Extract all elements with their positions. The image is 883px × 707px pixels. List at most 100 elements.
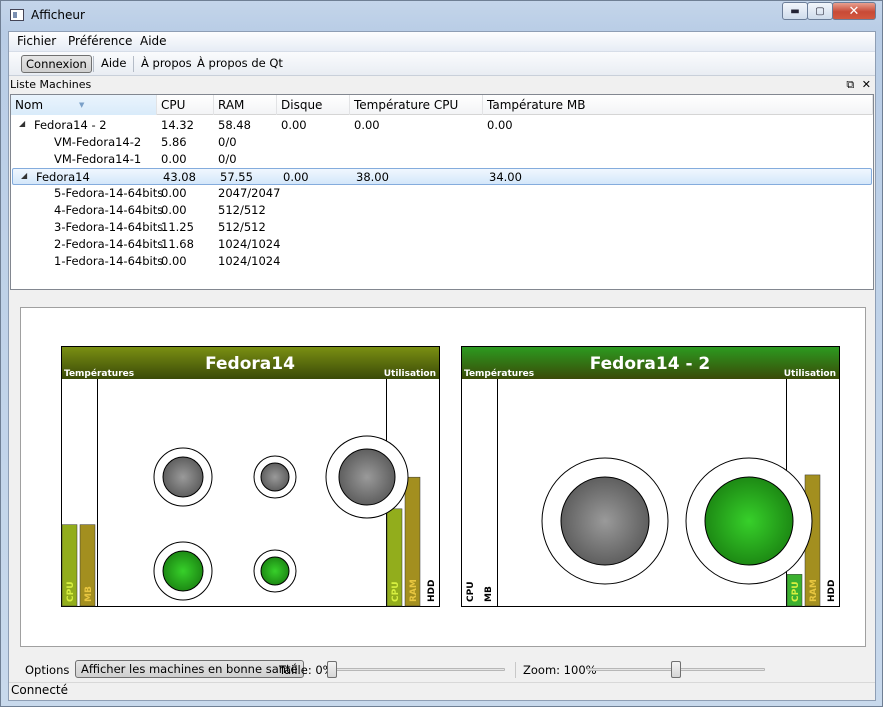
menu-fichier[interactable]: Fichier <box>17 34 56 48</box>
maximize-button[interactable]: ▢ <box>807 2 833 20</box>
cell-name: Fedora14 - 2 <box>34 118 107 132</box>
close-dock-icon[interactable]: ✕ <box>862 78 871 91</box>
vm-node[interactable] <box>541 457 669 585</box>
show-healthy-button[interactable]: Afficher les machines en bonne santé <box>75 660 304 678</box>
apropos-qt-button[interactable]: À propos de Qt <box>193 55 287 73</box>
utilisation-bar-label: HDD <box>427 580 437 602</box>
minimize-button[interactable]: ▬ <box>782 2 808 20</box>
utilisation-bar-label: CPU <box>791 581 801 602</box>
options-bar: Options Afficher les machines en bonne s… <box>9 654 875 680</box>
dock-title-bar[interactable]: Liste Machines ⧉ ✕ <box>9 78 875 94</box>
app-icon <box>10 9 24 21</box>
vm-node[interactable] <box>253 549 297 593</box>
cell-ram: 57.55 <box>220 170 253 184</box>
tree-row-vm[interactable]: 2-Fedora-14-64bits 11.68 1024/1024 <box>11 236 873 253</box>
temperatures-label: Températures <box>64 368 134 379</box>
vm-idle-indicator <box>338 448 396 506</box>
tree-row-vm[interactable]: VM-Fedora14-2 5.86 0/0 <box>11 134 873 151</box>
tree-row-vm[interactable]: VM-Fedora14-1 0.00 0/0 <box>11 151 873 168</box>
sort-arrow-icon: ▼ <box>79 101 85 109</box>
vm-active-indicator <box>260 556 290 586</box>
cell-ram: 1024/1024 <box>218 254 281 268</box>
tree-header: Nom ▼ CPU RAM Disque Température CPU Tamp… <box>11 95 873 115</box>
float-icon[interactable]: ⧉ <box>846 78 854 91</box>
close-button[interactable]: ✕ <box>832 2 876 20</box>
cell-name: VM-Fedora14-1 <box>54 152 142 166</box>
vm-idle-indicator <box>560 476 650 566</box>
cell-ram: 512/512 <box>218 220 266 234</box>
apropos-button[interactable]: À propos <box>137 55 196 73</box>
cell-cpu: 0.00 <box>161 186 187 200</box>
cell-name: 2-Fedora-14-64bits <box>54 237 164 251</box>
cell-ram: 58.48 <box>218 118 251 132</box>
cell-cpu: 11.68 <box>161 237 194 251</box>
cell-tcpu: 38.00 <box>356 170 389 184</box>
vm-active-indicator <box>704 476 794 566</box>
column-header-cpu[interactable]: CPU <box>157 95 214 115</box>
column-header-nom[interactable]: Nom ▼ <box>11 95 157 115</box>
tree-row-machine[interactable]: ◢ Fedora14 - 2 14.32 58.48 0.00 0.00 0.00 <box>11 117 873 134</box>
tree-row-vm[interactable]: 1-Fedora-14-64bits 0.00 1024/1024 <box>11 253 873 270</box>
temperature-bar-label: MB <box>484 586 494 602</box>
column-header-temp-cpu[interactable]: Température CPU <box>350 95 483 115</box>
connexion-button[interactable]: Connexion <box>21 55 92 73</box>
machine-card[interactable]: Fedora14 Températures Utilisation CPU MB CPU R… <box>61 346 440 607</box>
expand-arrow-icon[interactable]: ◢ <box>19 119 25 128</box>
size-slider-handle[interactable] <box>327 661 337 678</box>
tree-row-vm[interactable]: 5-Fedora-14-64bits 0.00 2047/2047 <box>11 185 873 202</box>
vm-node[interactable] <box>253 455 297 499</box>
title-bar[interactable]: Afficheur ▬ ▢ ✕ <box>1 1 882 31</box>
toolbar: Connexion Aide À propos À propos de Qt <box>9 52 875 76</box>
machine-tree[interactable]: Nom ▼ CPU RAM Disque Température CPU Tamp… <box>10 94 874 290</box>
column-header-disque[interactable]: Disque <box>277 95 350 115</box>
cell-cpu: 0.00 <box>161 152 187 166</box>
cell-tmb: 34.00 <box>489 170 522 184</box>
machine-visualization[interactable]: Fedora14 Températures Utilisation CPU MB CPU R… <box>20 307 866 647</box>
cell-cpu: 5.86 <box>161 135 187 149</box>
size-slider-track[interactable] <box>327 668 505 671</box>
temperatures-label: Températures <box>464 368 534 379</box>
aide-button[interactable]: Aide <box>97 55 130 73</box>
temperature-bar-label: MB <box>84 586 94 602</box>
zoom-slider-handle[interactable] <box>671 661 681 678</box>
cell-cpu: 0.00 <box>161 254 187 268</box>
status-bar: Connecté <box>9 682 875 700</box>
cell-name: 1-Fedora-14-64bits <box>54 254 164 268</box>
tree-row-vm[interactable]: 4-Fedora-14-64bits 0.00 512/512 <box>11 202 873 219</box>
vm-node[interactable] <box>153 447 213 507</box>
card-title: Fedora14 <box>205 354 295 374</box>
menu-aide[interactable]: Aide <box>140 34 167 48</box>
column-header-ram[interactable]: RAM <box>214 95 277 115</box>
size-label: Taille: 0% <box>279 663 334 677</box>
vm-node[interactable] <box>153 541 213 601</box>
window-title: Afficheur <box>31 8 85 22</box>
visualization-canvas: Fedora14 Températures Utilisation CPU MB CPU R… <box>61 346 840 607</box>
vm-idle-indicator <box>260 462 290 492</box>
utilisation-bar-label: RAM <box>409 579 419 602</box>
dock-title: Liste Machines <box>10 78 92 91</box>
vm-node[interactable] <box>325 435 409 519</box>
cell-cpu: 11.25 <box>161 220 194 234</box>
utilisation-bar-label: RAM <box>809 579 819 602</box>
cell-ram: 0/0 <box>218 152 237 166</box>
utilisation-label: Utilisation <box>384 369 436 379</box>
cell-disk: 0.00 <box>283 170 309 184</box>
cell-ram: 2047/2047 <box>218 186 281 200</box>
options-label: Options <box>25 663 70 677</box>
menu-preference[interactable]: Préférence <box>68 34 132 48</box>
vm-node[interactable] <box>685 457 813 585</box>
tree-row-machine[interactable]: ◢ Fedora14 43.08 57.55 0.00 38.00 34.00 <box>12 168 872 185</box>
cell-ram: 0/0 <box>218 135 237 149</box>
cell-tcpu: 0.00 <box>354 118 380 132</box>
utilisation-bar-label: CPU <box>391 581 401 602</box>
expand-arrow-icon[interactable]: ◢ <box>21 171 27 180</box>
machine-card[interactable]: Fedora14 - 2 Températures Utilisation CPU MB… <box>461 346 840 607</box>
cell-name: VM-Fedora14-2 <box>54 135 142 149</box>
bottom-separator <box>515 662 516 678</box>
cell-ram: 512/512 <box>218 203 266 217</box>
cell-name: Fedora14 <box>36 170 90 184</box>
cell-name: 4-Fedora-14-64bits <box>54 203 164 217</box>
column-header-temp-mb[interactable]: Tampérature MB <box>483 95 873 115</box>
tree-row-vm[interactable]: 3-Fedora-14-64bits 11.25 512/512 <box>11 219 873 236</box>
cell-name: 5-Fedora-14-64bits <box>54 186 164 200</box>
